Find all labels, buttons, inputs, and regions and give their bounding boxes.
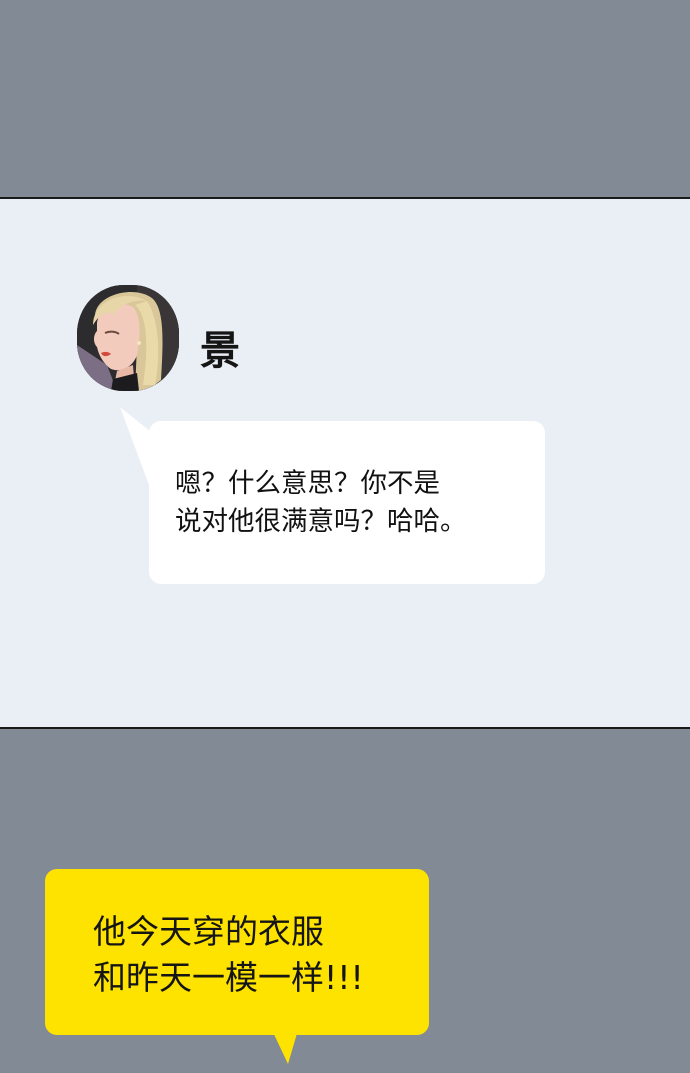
- narration-line: 他今天穿的衣服: [93, 912, 324, 951]
- chat-message-bubble: 嗯？什么意思？你不是 说对他很满意吗？哈哈。: [149, 421, 545, 584]
- woman-portrait-icon: [77, 285, 179, 391]
- narration-box: 他今天穿的衣服 和昨天一模一样!!!: [45, 869, 429, 1035]
- sender-name: 景: [200, 328, 241, 374]
- message-line: 嗯？什么意思？你不是: [175, 468, 440, 499]
- narration-tail: [272, 1030, 298, 1064]
- narration-line: 和昨天一模一样!!!: [93, 958, 364, 997]
- message-line: 说对他很满意吗？哈哈。: [175, 506, 467, 537]
- sender-avatar: [77, 285, 179, 391]
- top-gray-band: [0, 0, 690, 197]
